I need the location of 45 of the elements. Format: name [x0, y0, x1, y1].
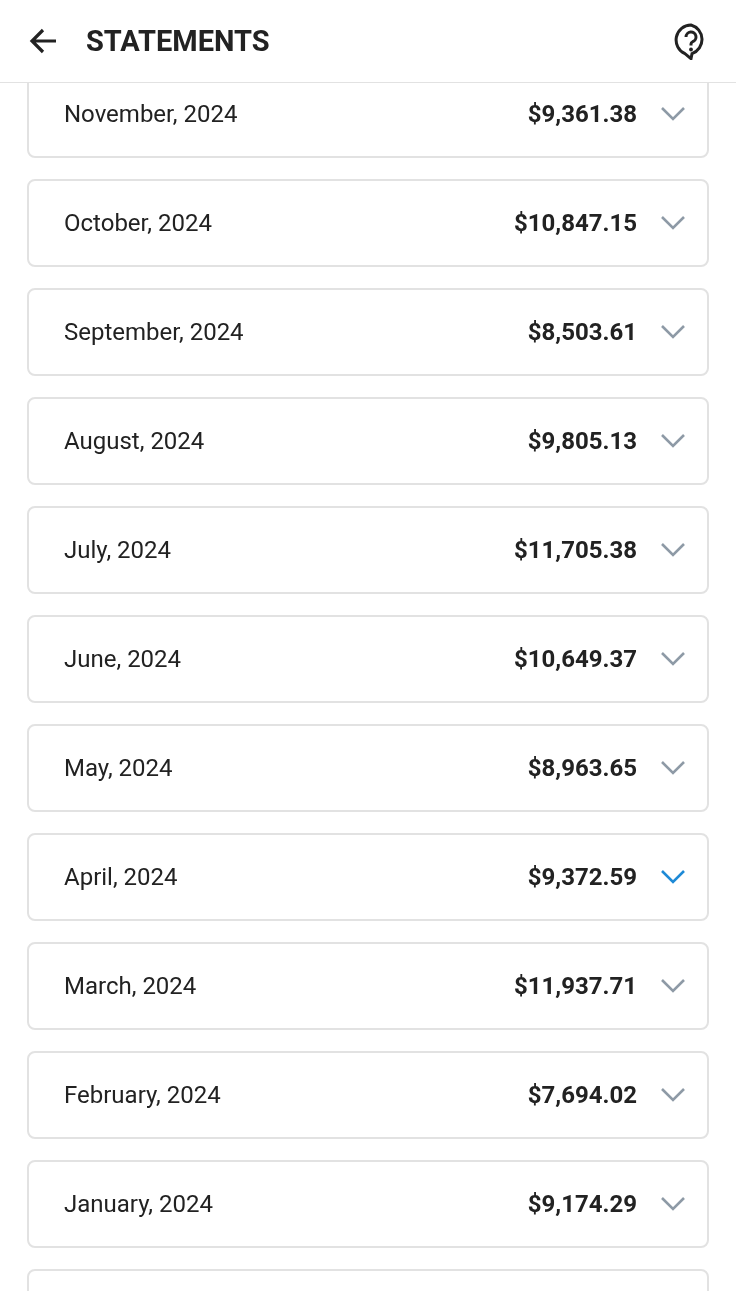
statement-amount: $9,361.38: [527, 100, 637, 128]
statement-card[interactable]: August, 2024 $9,805.13: [27, 397, 709, 485]
statement-card[interactable]: February, 2024 $7,694.02: [27, 1051, 709, 1139]
chevron-down-icon[interactable]: [659, 432, 687, 450]
statement-card[interactable]: November, 2024 $9,361.38: [27, 83, 709, 158]
statement-month: November, 2024: [64, 100, 239, 128]
statement-month: February, 2024: [64, 1081, 222, 1109]
statement-card[interactable]: March, 2024 $11,937.71: [27, 942, 709, 1030]
statement-amount: $10,847.15: [513, 209, 637, 237]
statement-month: June, 2024: [64, 645, 183, 673]
statement-month: October, 2024: [64, 209, 213, 237]
statement-month: January, 2024: [64, 1190, 214, 1218]
statement-amount: $8,963.65: [527, 754, 637, 782]
statement-card[interactable]: June, 2024 $10,649.37: [27, 615, 709, 703]
chevron-down-icon[interactable]: [659, 1086, 687, 1104]
statement-amount: $8,503.61: [527, 318, 637, 346]
statement-card[interactable]: July, 2024 $11,705.38: [27, 506, 709, 594]
statement-month: July, 2024: [64, 536, 173, 564]
statement-month: March, 2024: [64, 972, 198, 1000]
chevron-down-icon[interactable]: [659, 868, 687, 886]
statement-card[interactable]: January, 2024 $9,174.29: [27, 1160, 709, 1248]
statement-amount: $11,937.71: [513, 972, 637, 1000]
statement-card[interactable]: September, 2024 $8,503.61: [27, 288, 709, 376]
statement-month: September, 2024: [64, 318, 245, 346]
statement-amount: $11,705.38: [513, 536, 637, 564]
chevron-down-icon[interactable]: [659, 759, 687, 777]
chevron-down-icon[interactable]: [659, 214, 687, 232]
statement-card[interactable]: May, 2024 $8,963.65: [27, 724, 709, 812]
statement-amount: $9,174.29: [527, 1190, 637, 1218]
chevron-down-icon[interactable]: [659, 323, 687, 341]
chevron-down-icon[interactable]: [659, 105, 687, 123]
statement-amount: $9,372.59: [527, 863, 637, 891]
statement-card[interactable]: October, 2024 $10,847.15: [27, 179, 709, 267]
page-title: STATEMENTS: [86, 24, 271, 58]
statement-month: August, 2024: [64, 427, 206, 455]
statement-month: April, 2024: [64, 863, 179, 891]
chevron-down-icon[interactable]: [659, 650, 687, 668]
chevron-down-icon[interactable]: [659, 541, 687, 559]
statement-card[interactable]: April, 2024 $9,372.59: [27, 833, 709, 921]
chevron-down-icon[interactable]: [659, 977, 687, 995]
statement-month: May, 2024: [64, 754, 174, 782]
statement-amount: $10,649.37: [513, 645, 637, 673]
statement-amount: $9,805.13: [527, 427, 637, 455]
statement-amount: $7,694.02: [527, 1081, 637, 1109]
chevron-down-icon[interactable]: [659, 1195, 687, 1213]
